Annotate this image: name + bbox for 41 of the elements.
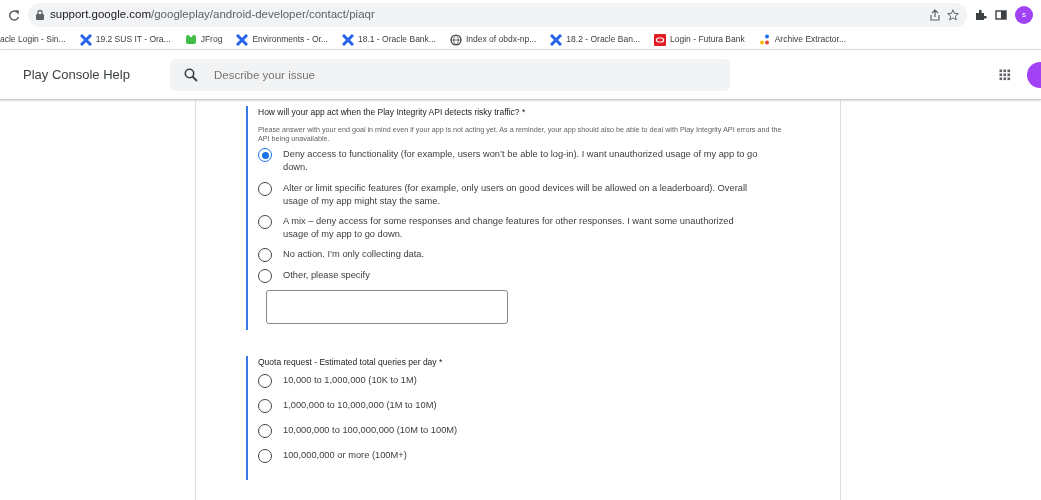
puzzle-icon[interactable]	[975, 9, 987, 21]
bookmark-link[interactable]: 18.1 - Oracle Bank...	[357, 33, 436, 46]
bookmark-link[interactable]: Environments - Or...	[252, 33, 328, 46]
account-avatar[interactable]	[1027, 61, 1041, 88]
apps-grid-icon[interactable]	[999, 68, 1011, 81]
option-label[interactable]: 1,000,000 to 10,000,000 (1M to 10M)	[283, 399, 437, 413]
option-label[interactable]: No action. I’m only collecting data.	[283, 247, 425, 261]
reload-icon[interactable]	[8, 9, 20, 21]
search-field[interactable]: Describe your issue	[170, 58, 730, 91]
star-icon[interactable]	[947, 9, 959, 21]
option-label[interactable]: Alter or limit specific features (for example, only users on good devices will be allowed on a leaderboard). Overall usage of my app might stay the same.	[283, 181, 761, 208]
cross-icon[interactable]	[79, 33, 92, 46]
question-label: Quota request - Estimated total queries per day *	[258, 355, 444, 369]
bookmark-link[interactable]: Index of obdx-np...	[465, 33, 537, 46]
dots-icon[interactable]	[758, 33, 771, 46]
cross-icon[interactable]	[236, 33, 249, 46]
bookmark-link[interactable]: Login - Futura Bank	[670, 33, 745, 46]
option-label[interactable]: Other, please specify	[283, 268, 370, 282]
option-label[interactable]: Deny access to functionality (for example, users won’t be able to log-in). I want unauthorized usage of my app to go down.	[283, 148, 761, 175]
url-domain: support.google.com	[50, 8, 151, 21]
bookmark-link[interactable]: 19.2 SUS IT - Ora...	[95, 33, 171, 46]
bookmark-link[interactable]: 18.2 - Oracle Ban...	[566, 33, 641, 46]
share-icon[interactable]	[929, 9, 941, 21]
option-label[interactable]: 100,000,000 or more (100M+)	[283, 449, 407, 463]
question-label: How will your app act when the Play Integrity API detects risky traffic? *	[258, 106, 527, 119]
cross-icon[interactable]	[341, 33, 354, 46]
bookmark-link[interactable]: Archive Extractor...	[774, 33, 847, 46]
option-label[interactable]: 10,000 to 1,000,000 (10K to 1M)	[283, 374, 417, 388]
lock-icon	[36, 10, 44, 20]
url-path: /googleplay/android-developer/contact/piaqr	[151, 8, 375, 21]
option-label[interactable]: 10,000,000 to 100,000,000 (10M to 100M)	[283, 424, 458, 438]
side-panel-icon[interactable]	[995, 9, 1007, 21]
bookmark-link[interactable]: acle Login - Sin...	[0, 33, 66, 46]
cross-icon[interactable]	[550, 33, 563, 46]
text-input[interactable]	[266, 289, 508, 324]
profile-avatar[interactable]: s	[1015, 6, 1033, 24]
bookmark-link[interactable]: JFrog	[200, 33, 223, 46]
address-bar[interactable]: support.google.com/googleplay/android-developer/contact/piaqr	[28, 3, 967, 27]
globe-icon[interactable]	[449, 33, 462, 46]
help-title[interactable]: Play Console Help	[0, 64, 170, 85]
option-label[interactable]: A mix – deny access for some responses and change features for other responses. I want some unauthorized usage of my app to go down.	[283, 214, 761, 241]
